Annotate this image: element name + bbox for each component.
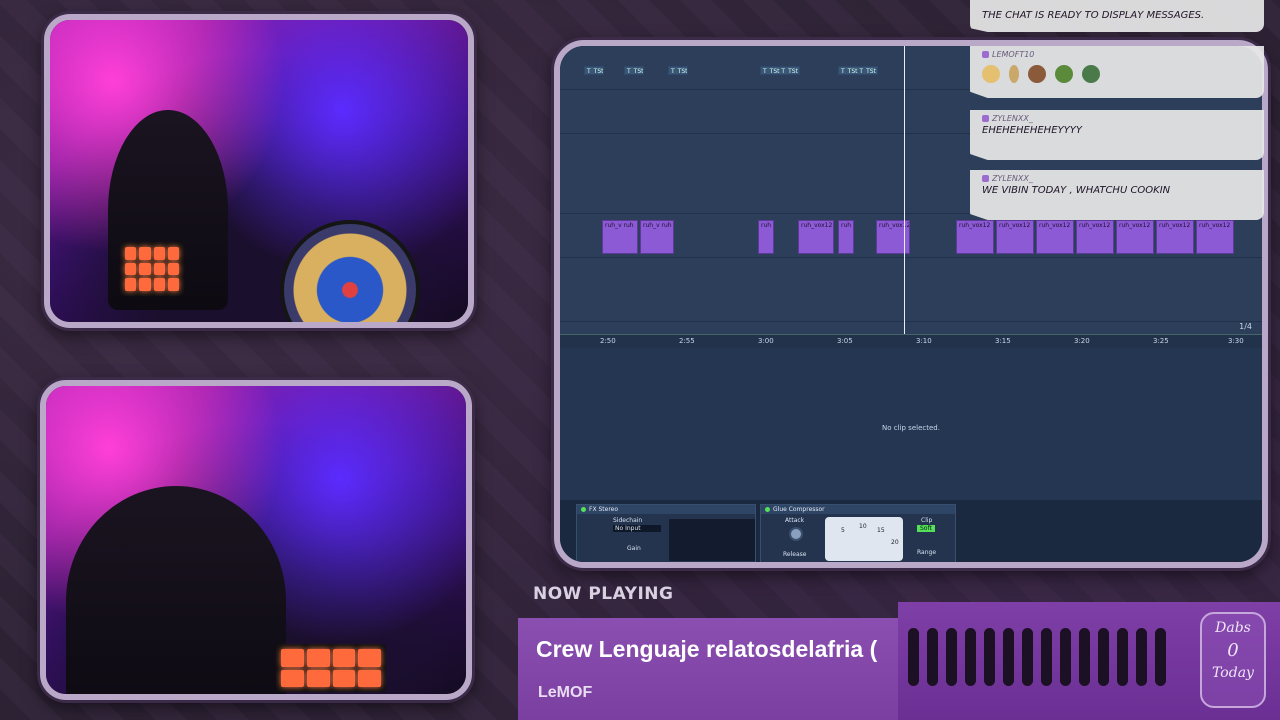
chat-text: EHEHEHEHEHEYYYY: [982, 125, 1082, 136]
chat-message: LEMOFT10: [970, 46, 1264, 98]
emote-icon: [982, 64, 1000, 83]
visualizer-bars: [908, 628, 1166, 686]
sidechain-input-select[interactable]: No Input: [613, 525, 661, 532]
clip[interactable]: T_TSt T_TSt: [838, 66, 878, 75]
user-badge-icon: [982, 51, 989, 58]
emote-icon: [1009, 64, 1020, 83]
clip[interactable]: ruh_vox12: [1196, 220, 1234, 254]
clip[interactable]: ruh_v ruh: [602, 220, 638, 254]
chat-message: ZYLENXX_ WE VIBIN TODAY , WHATCHU COOKIN: [970, 170, 1264, 220]
playhead[interactable]: [904, 46, 905, 334]
now-playing-bar: [518, 618, 898, 720]
quantize-display[interactable]: 1/4: [1239, 322, 1252, 331]
device-chain: FX Stereo Sidechain No Input Gain Glue C…: [560, 500, 1262, 562]
timeline-ruler[interactable]: 2:50 2:55 3:00 3:05 3:10 3:15 3:20 3:25 …: [560, 334, 1262, 348]
ruler-label: 3:30: [1228, 337, 1244, 345]
clip[interactable]: ruh_vox12: [1036, 220, 1074, 254]
drum-pad-controller: [120, 242, 184, 296]
clip[interactable]: T_TSt: [624, 66, 644, 75]
webcam-bottom: [40, 380, 472, 700]
ruler-label: 3:00: [758, 337, 774, 345]
gain-label: Gain: [627, 545, 641, 552]
range-label: Range: [917, 549, 937, 556]
release-label: Release: [783, 551, 807, 558]
sidechain-label: Sidechain: [613, 517, 643, 524]
meter-scale: 20: [891, 539, 899, 546]
chat-message: THE CHAT IS READY TO DISPLAY MESSAGES.: [970, 0, 1264, 32]
clip[interactable]: ruh_vox12: [1076, 220, 1114, 254]
device-on-icon[interactable]: [765, 507, 770, 512]
chat-text: WE VIBIN TODAY , WHATCHU COOKIN: [982, 185, 1171, 196]
dabs-count: 0: [1227, 640, 1239, 661]
user-badge-icon: [982, 115, 989, 122]
webcam-top: [44, 14, 474, 328]
ruler-label: 2:55: [679, 337, 695, 345]
clip[interactable]: ruh_vox12: [1156, 220, 1194, 254]
device-on-icon[interactable]: [581, 507, 586, 512]
ruler-label: 3:15: [995, 337, 1011, 345]
streamer-silhouette-bottom: [66, 486, 286, 694]
glue-compressor-device[interactable]: Glue Compressor Attack Release 5 10 15 2…: [760, 504, 956, 562]
no-clip-message: No clip selected.: [882, 424, 940, 432]
ruler-label: 3:25: [1153, 337, 1169, 345]
ruler-label: 3:20: [1074, 337, 1090, 345]
dabs-counter-widget: Dabs 0 Today: [1200, 612, 1266, 708]
dabs-title: Dabs: [1215, 620, 1251, 636]
emote-row: [982, 63, 1252, 83]
emote-icon: [1028, 64, 1047, 83]
drum-pad-controller-bottom: [276, 644, 386, 692]
clip[interactable]: T_TSt: [668, 66, 688, 75]
chat-message: ZYLENXX_ EHEHEHEHEHEYYYY: [970, 110, 1264, 160]
clip-detail-view[interactable]: No clip selected.: [560, 348, 1262, 500]
device-title: FX Stereo: [589, 506, 619, 513]
clip[interactable]: T_TSt T_TSt: [760, 66, 800, 75]
meter-scale: 10: [859, 523, 867, 530]
ruler-label: 3:05: [837, 337, 853, 345]
meter-scale: 15: [877, 527, 885, 534]
clip[interactable]: ruh: [838, 220, 854, 254]
track-row: [560, 258, 1262, 322]
attack-knob[interactable]: [789, 527, 803, 541]
clip-label: Clip: [921, 517, 933, 524]
clip[interactable]: ruh_vox12: [798, 220, 834, 254]
chat-username: ZYLENXX_: [992, 114, 1033, 123]
chat-username: LEMOFT10: [992, 50, 1035, 59]
now-playing-label: NOW PLAYING: [533, 584, 674, 604]
now-playing-artist: LeMOF: [538, 684, 593, 701]
user-badge-icon: [982, 175, 989, 182]
dabs-subtitle: Today: [1212, 665, 1254, 681]
device-title: Glue Compressor: [773, 506, 825, 513]
now-playing-track: Crew Lenguaje relatosdelafria (: [536, 636, 878, 662]
clip[interactable]: ruh_vox12: [996, 220, 1034, 254]
emote-icon: [1055, 64, 1074, 83]
chat-text: THE CHAT IS READY TO DISPLAY MESSAGES.: [982, 10, 1205, 21]
meter-display: [669, 519, 755, 561]
clip[interactable]: ruh_v ruh: [640, 220, 674, 254]
ruler-label: 3:10: [916, 337, 932, 345]
track-row-vocals: ruh_v ruh ruh_v ruh ruh ruh_vox12 ruh ru…: [560, 214, 1262, 258]
attack-label: Attack: [785, 517, 805, 524]
gain-reduction-meter: 5 10 15 20: [825, 517, 903, 561]
soft-clip-toggle[interactable]: Soft: [917, 525, 935, 532]
ruler-label: 2:50: [600, 337, 616, 345]
meter-scale: 5: [841, 527, 845, 534]
clip[interactable]: ruh_vox12: [1116, 220, 1154, 254]
chat-username: ZYLENXX_: [992, 174, 1033, 183]
clip[interactable]: T_TSt: [584, 66, 604, 75]
clip[interactable]: ruh: [758, 220, 774, 254]
clip[interactable]: ruh_vox12: [956, 220, 994, 254]
fx-stereo-device[interactable]: FX Stereo Sidechain No Input Gain: [576, 504, 756, 562]
emote-icon: [1082, 64, 1101, 83]
